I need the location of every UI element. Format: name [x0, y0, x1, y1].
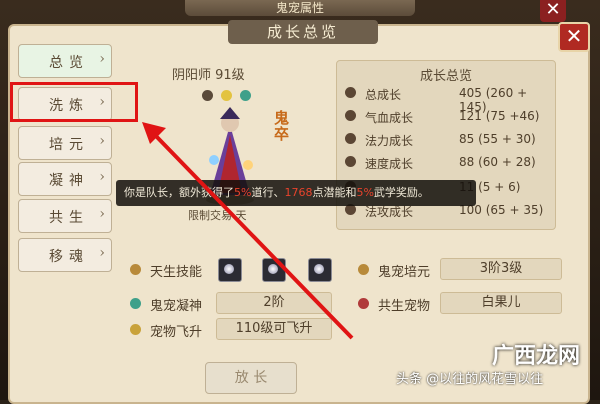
watermark-source: 头条 @以往的风花雪以往	[396, 372, 544, 387]
watermark-brand: 广西龙网	[492, 343, 581, 369]
